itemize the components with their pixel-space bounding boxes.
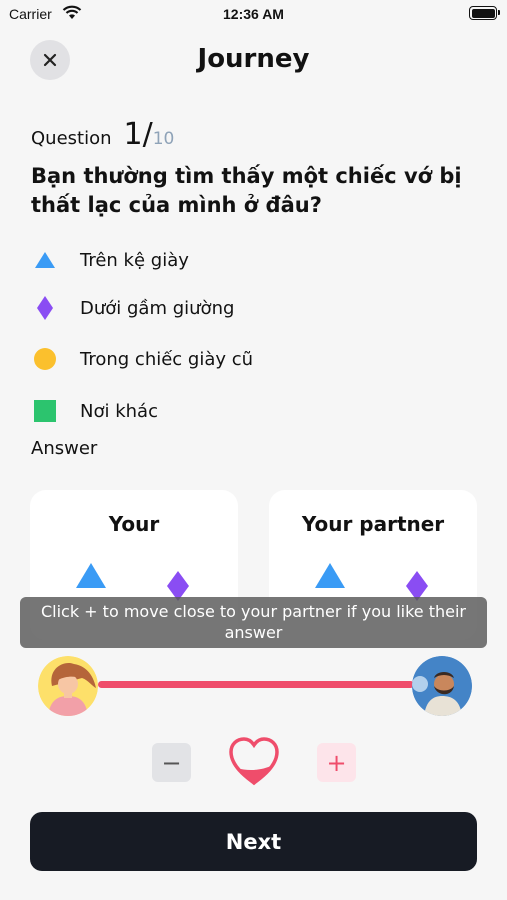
next-button[interactable]: Next [30,812,477,871]
question-total: 10 [152,129,175,149]
option-4[interactable]: Nơi khác [31,397,158,425]
page-title: Journey [197,44,310,74]
card-title: Your [108,512,160,536]
question-label: Question [31,128,112,149]
option-3[interactable]: Trong chiếc giày cũ [31,345,253,373]
question-current: 1 [123,117,143,152]
question-counter: Question 1 / 10 [31,117,174,152]
blue-triangle-icon [76,563,106,588]
answer-label: Answer [31,438,98,459]
option-label: Dưới gầm giường [80,297,235,319]
purple-diamond-icon [31,294,59,322]
option-label: Trong chiếc giày cũ [80,348,254,370]
blue-triangle-icon [315,563,345,588]
option-1[interactable]: Trên kệ giày [31,246,189,274]
closeness-slider-track [98,681,414,688]
question-slash: / [142,117,153,152]
clock: 12:36 AM [223,6,284,22]
yellow-circle-icon [31,345,59,373]
heart-icon [229,737,279,786]
minus-button[interactable]: − [152,743,191,782]
option-2[interactable]: Dưới gầm giường [31,294,234,322]
question-text: Bạn thường tìm thấy một chiếc vớ bị thất… [31,164,462,217]
partner-avatar [412,656,472,716]
hint-tooltip: Click + to move close to your partner if… [20,597,487,648]
status-bar: Carrier 12:36 AM [0,0,507,30]
plus-button[interactable]: + [317,743,356,782]
your-avatar [38,656,98,716]
blue-triangle-icon [31,246,59,274]
card-title: Your partner [301,512,445,536]
option-label: Nơi khác [80,400,158,422]
option-label: Trên kệ giày [80,249,189,271]
battery-icon [469,6,500,20]
green-square-icon [31,397,59,425]
